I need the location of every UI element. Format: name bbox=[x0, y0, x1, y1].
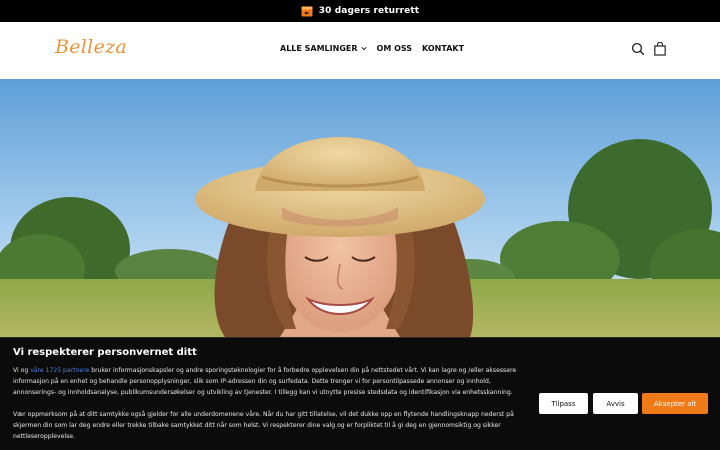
main-nav: ALLE SAMLINGER OM OSS KONTAKT bbox=[280, 44, 464, 53]
cookie-text-paragraph-2: Vær oppmerksom på at ditt samtykke også … bbox=[13, 411, 514, 440]
site-header: Belleza ALLE SAMLINGER OM OSS KONTAKT bbox=[0, 22, 720, 79]
customize-button[interactable]: Tilpass bbox=[539, 393, 588, 414]
nav-item-label: OM OSS bbox=[376, 44, 413, 53]
search-icon[interactable] bbox=[631, 42, 645, 56]
accept-all-button[interactable]: Aksepter alt bbox=[642, 393, 708, 414]
bag-icon[interactable] bbox=[653, 42, 667, 56]
announcement-text: 30 dagers returrett bbox=[318, 6, 420, 16]
chevron-down-icon bbox=[360, 46, 367, 51]
hero-banner[interactable] bbox=[0, 79, 720, 337]
nav-item-collections[interactable]: ALLE SAMLINGER bbox=[280, 44, 367, 53]
nav-item-label: ALLE SAMLINGER bbox=[280, 44, 358, 53]
cookie-text-body: bruker informasjonskapsler og andre spor… bbox=[13, 367, 517, 396]
cookie-text-lead: Vi og bbox=[13, 367, 31, 374]
partners-link[interactable]: våre 1725 partnere bbox=[30, 367, 89, 374]
nav-item-label: KONTAKT bbox=[422, 44, 465, 53]
nav-item-contact[interactable]: KONTAKT bbox=[422, 44, 464, 53]
cookie-consent-banner: Vi respekterer personvernet ditt Vi og v… bbox=[0, 337, 720, 450]
cookie-title: Vi respekterer personvernet ditt bbox=[13, 347, 197, 358]
nav-item-about[interactable]: OM OSS bbox=[377, 44, 413, 53]
announcement-bar: 30 dagers returrett bbox=[0, 0, 720, 22]
box-return-icon bbox=[301, 6, 313, 16]
cookie-text-paragraph-1: Vi og våre 1725 partnere bruker informas… bbox=[13, 365, 533, 398]
reject-button[interactable]: Avvis bbox=[593, 393, 638, 414]
hero-image bbox=[0, 79, 720, 337]
brand-logo[interactable]: Belleza bbox=[55, 36, 127, 58]
